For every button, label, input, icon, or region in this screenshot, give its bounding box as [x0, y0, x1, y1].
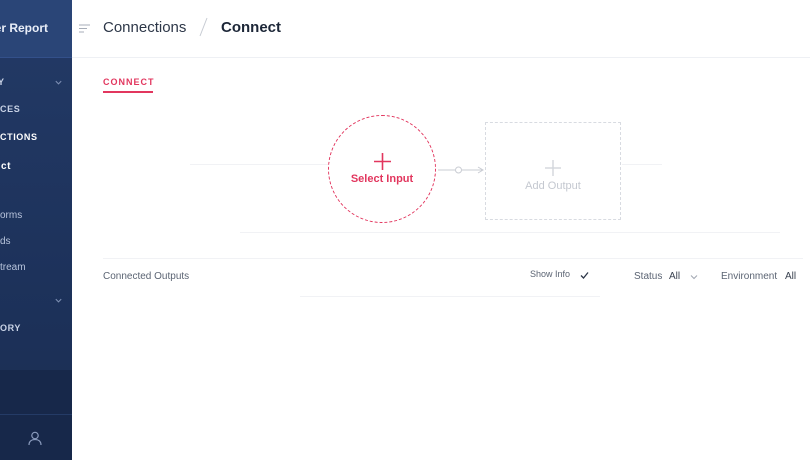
guide-line — [103, 258, 803, 259]
sidebar-item-sources[interactable]: CES — [0, 104, 20, 114]
guide-line — [622, 164, 662, 165]
connected-outputs-title: Connected Outputs — [103, 271, 190, 282]
guide-line — [240, 232, 780, 233]
sidebar-sub-item-stream[interactable]: tream — [0, 262, 26, 273]
guide-line — [300, 296, 600, 297]
chevron-down-icon[interactable] — [690, 274, 698, 280]
breadcrumb-parent[interactable]: Connections — [103, 19, 186, 36]
page-title: Connect — [221, 19, 281, 36]
sidebar-section-primary[interactable]: Y — [0, 77, 5, 87]
sidebar-item-connect[interactable]: ct — [1, 161, 11, 172]
status-filter-value[interactable]: All — [669, 271, 680, 282]
sidebar-sub-item-boards[interactable]: ds — [0, 236, 11, 247]
select-input-label: Select Input — [350, 173, 414, 185]
status-filter-label: Status — [634, 271, 663, 282]
sidebar: er Report Y CES CTIONS ct orms ds tream … — [0, 0, 72, 460]
connector-arrow — [438, 166, 484, 174]
environment-filter-value[interactable]: All — [785, 271, 796, 282]
check-icon[interactable] — [580, 271, 589, 280]
sidebar-item-connections[interactable]: CTIONS — [0, 132, 38, 142]
sidebar-section-history[interactable]: ORY — [0, 323, 21, 333]
brand-header[interactable]: er Report — [0, 0, 72, 58]
sidebar-footer-divider — [0, 414, 72, 415]
breadcrumb-separator — [199, 17, 208, 37]
sidebar-sub-item-forms[interactable]: orms — [0, 210, 22, 221]
user-icon[interactable] — [27, 430, 43, 446]
environment-filter-label: Environment — [721, 271, 778, 282]
plus-icon — [545, 160, 561, 176]
guide-line — [190, 164, 328, 165]
add-output-button[interactable]: Add Output — [485, 122, 621, 220]
chevron-down-icon[interactable] — [54, 296, 63, 305]
tab-connect-underline — [103, 91, 153, 93]
brand-title: er Report — [0, 21, 48, 35]
tab-connect[interactable]: CONNECT — [103, 77, 155, 87]
menu-icon[interactable] — [79, 23, 90, 34]
sidebar-footer — [0, 370, 72, 460]
add-output-label: Add Output — [525, 180, 581, 192]
chevron-down-icon[interactable] — [54, 78, 63, 87]
plus-icon — [374, 153, 391, 170]
select-input-button[interactable]: Select Input — [328, 115, 436, 223]
show-info-toggle[interactable]: Show Info — [530, 269, 570, 279]
